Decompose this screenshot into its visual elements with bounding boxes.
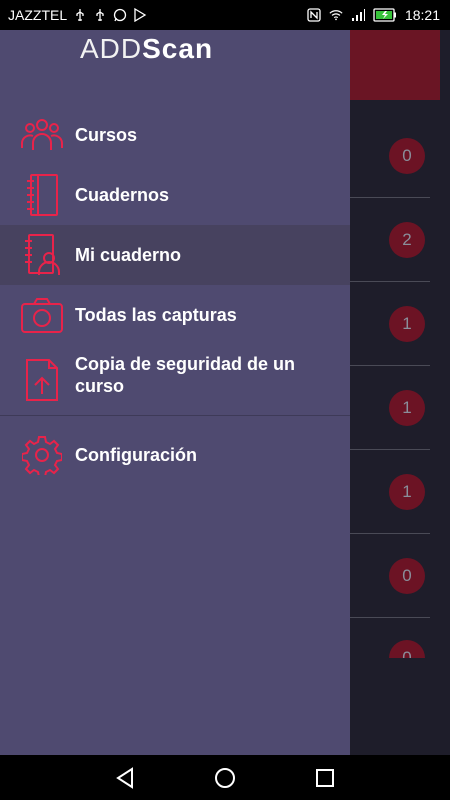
count-badge: 0 (389, 640, 425, 658)
list-divider (350, 533, 430, 534)
count-badge: 0 (389, 138, 425, 174)
signal-icon (351, 9, 365, 21)
battery-charging-icon (373, 8, 396, 22)
usb-icon (96, 9, 104, 21)
menu-item-mi-cuaderno[interactable]: Mi cuaderno (0, 225, 350, 285)
system-navigation-bar (0, 755, 450, 800)
menu-item-cuadernos[interactable]: Cuadernos (0, 165, 350, 225)
status-bar: JAZZTEL 18:21 (0, 0, 450, 30)
menu-item-label: Mi cuaderno (75, 245, 182, 265)
count-badge: 2 (389, 222, 425, 258)
count-badge: 0 (389, 558, 425, 594)
menu-item-copia-de-seguridad[interactable]: Copia de seguridad de un curso (0, 345, 350, 415)
recents-icon[interactable] (311, 765, 339, 791)
list-divider (350, 281, 430, 282)
nfc-icon (307, 8, 321, 22)
play-store-icon (134, 8, 147, 22)
menu-item-cursos[interactable]: Cursos (0, 105, 350, 165)
menu-item-label: Configuración (75, 445, 197, 465)
home-icon[interactable] (211, 765, 239, 791)
menu-item-label: Todas las capturas (75, 305, 237, 325)
count-badge: 1 (389, 306, 425, 342)
notebook-icon (20, 173, 64, 217)
menu-item-label: Copia de seguridad de un curso (75, 354, 296, 396)
drawer-divider (0, 415, 350, 416)
menu-item-todas-las-capturas[interactable]: Todas las capturas (0, 285, 350, 345)
list-divider (350, 197, 430, 198)
user-notebook-icon (20, 233, 64, 277)
carrier-label: JAZZTEL (8, 7, 68, 23)
logo-text-bold: Scan (142, 33, 214, 64)
gear-icon (20, 433, 64, 477)
list-divider (350, 365, 430, 366)
count-badge: 1 (389, 474, 425, 510)
clock: 18:21 (404, 7, 440, 23)
group-icon (20, 113, 64, 157)
usb-icon (76, 9, 84, 21)
list-divider (350, 449, 430, 450)
logo-text-thin: ADD (80, 33, 143, 64)
app-header-background (350, 30, 440, 100)
count-badge: 1 (389, 390, 425, 426)
wifi-icon (329, 10, 343, 21)
menu-item-label: Cursos (75, 125, 138, 145)
app-logo: ADDScan (80, 33, 213, 65)
camera-icon (20, 293, 64, 337)
menu-item-label: Cuadernos (75, 185, 170, 205)
list-divider (350, 617, 430, 618)
navigation-drawer: ADDScan Cursos Cuadernos Mi cuaderno Tod… (0, 30, 350, 755)
backup-upload-icon (20, 358, 64, 402)
whatsapp-icon (113, 8, 127, 22)
clipped-list-item: 0 (350, 640, 450, 658)
menu-item-configuracion[interactable]: Configuración (0, 425, 350, 485)
back-icon[interactable] (111, 765, 139, 791)
